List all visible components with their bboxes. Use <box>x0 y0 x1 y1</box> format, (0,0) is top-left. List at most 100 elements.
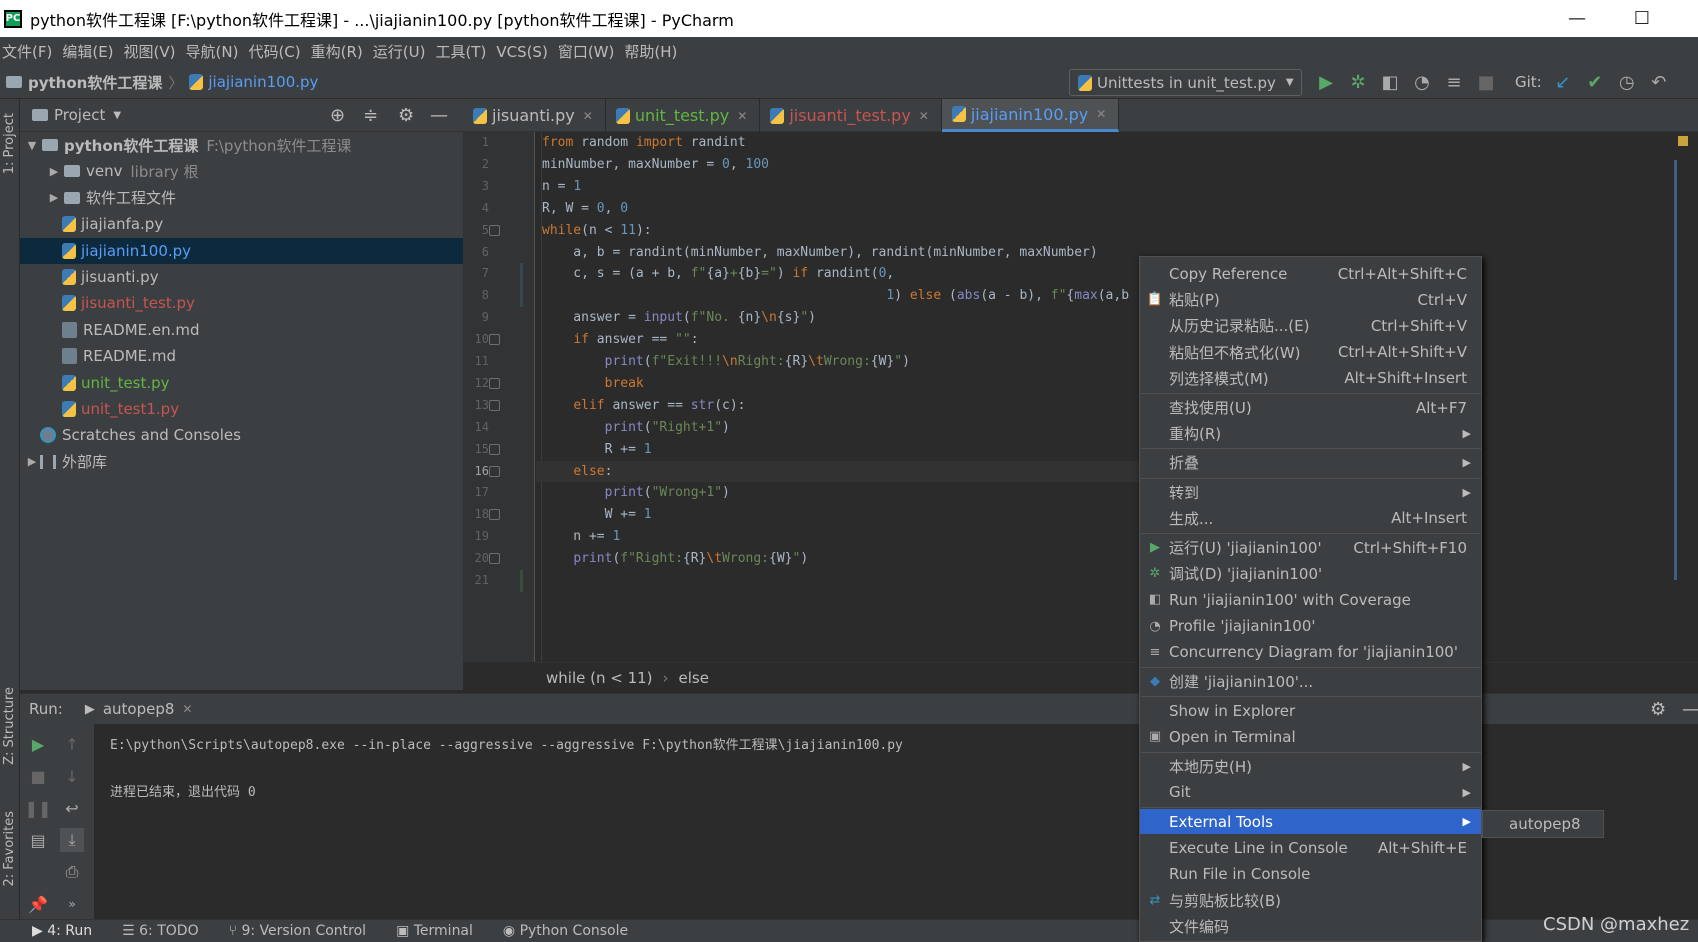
menu-window[interactable]: 窗口(W) <box>556 41 623 62</box>
debug-icon[interactable]: ✲ <box>1347 71 1369 93</box>
context-menu-item[interactable]: ◆ 创建 'jiajianin100'... <box>1140 669 1481 694</box>
breadcrumb-while[interactable]: while (n < 11) <box>546 669 653 687</box>
menu-tools[interactable]: 工具(T) <box>433 41 494 62</box>
pin-icon[interactable]: 📌 <box>26 892 50 916</box>
inspection-status-icon[interactable] <box>1678 136 1688 146</box>
stop-icon[interactable]: ■ <box>26 764 50 788</box>
fold-marker-icon[interactable] <box>489 553 500 565</box>
tree-item[interactable]: README.en.md <box>20 317 463 343</box>
tree-item[interactable]: jisuanti_test.py <box>20 290 463 316</box>
bottom-tool-9-version-control[interactable]: ⑂ 9: Version Control <box>229 923 366 939</box>
coverage-icon[interactable]: ◧ <box>1379 71 1401 93</box>
context-menu-item[interactable]: Execute Line in Console Alt+Shift+E <box>1140 835 1481 860</box>
editor-scrollbar[interactable] <box>1674 132 1698 662</box>
context-menu-item[interactable]: 文件编码 <box>1140 914 1481 939</box>
context-menu-item[interactable]: 转到 ▶ <box>1140 480 1481 505</box>
close-icon[interactable]: ✕ <box>1096 107 1106 121</box>
menu-navigate[interactable]: 导航(N) <box>184 41 247 62</box>
breadcrumb-else[interactable]: else <box>679 669 709 687</box>
breadcrumb-project[interactable]: python软件工程课 <box>28 72 162 93</box>
project-panel-title[interactable]: Project <box>54 106 105 124</box>
context-menu-item[interactable]: 本地历史(H) ▶ <box>1140 754 1481 779</box>
more-icon[interactable]: » <box>60 892 84 916</box>
tree-item[interactable]: Scratches and Consoles <box>20 422 463 448</box>
code-line[interactable]: if answer == "": <box>542 329 698 351</box>
code-line[interactable]: from random import randint <box>542 132 746 154</box>
code-line[interactable]: R += 1 <box>542 439 652 461</box>
collapse-all-icon[interactable]: ≑ <box>363 105 378 126</box>
fold-marker-icon[interactable] <box>489 399 500 411</box>
history-icon[interactable]: ◷ <box>1616 71 1638 93</box>
code-line[interactable]: n = 1 <box>542 176 581 198</box>
context-menu-item[interactable]: ≡ Concurrency Diagram for 'jiajianin100' <box>1140 640 1481 665</box>
print-icon[interactable]: ⎙ <box>60 860 84 884</box>
git-commit-icon[interactable]: ✔ <box>1584 71 1606 93</box>
code-line[interactable]: elif answer == str(c): <box>542 395 745 417</box>
tree-item[interactable]: ▶ 软件工程文件 <box>20 185 463 211</box>
context-menu-item[interactable]: ▶ 运行(U) 'jiajianin100' Ctrl+Shift+F10 <box>1140 535 1481 560</box>
tree-item[interactable]: jiajianfa.py <box>20 211 463 237</box>
fold-marker-icon[interactable] <box>489 443 500 455</box>
code-line[interactable]: minNumber, maxNumber = 0, 100 <box>542 154 769 176</box>
run-tab-autopep8[interactable]: autopep8 <box>103 700 175 718</box>
context-menu-item[interactable]: ✲ 调试(D) 'jiajianin100' <box>1140 561 1481 586</box>
breadcrumb-file[interactable]: jiajianin100.py <box>208 73 318 91</box>
code-line[interactable]: break <box>542 373 644 395</box>
context-menu-item[interactable]: ◔ Profile 'jiajianin100' <box>1140 614 1481 639</box>
hide-icon[interactable]: — <box>430 105 448 126</box>
locate-icon[interactable]: ⊕ <box>330 105 345 126</box>
profile-icon[interactable]: ◔ <box>1411 71 1433 93</box>
tree-item[interactable]: jisuanti.py <box>20 264 463 290</box>
bottom-tool-python-console[interactable]: ◉ Python Console <box>503 923 628 939</box>
favorites-tool-button[interactable]: 2: Favorites <box>2 811 17 887</box>
bottom-tool-6-todo[interactable]: ☰ 6: TODO <box>122 923 198 939</box>
tree-item[interactable]: unit_test1.py <box>20 396 463 422</box>
context-menu-item[interactable]: ▣ Open in Terminal <box>1140 724 1481 749</box>
fold-marker-icon[interactable] <box>489 509 500 521</box>
code-line[interactable]: print("Wrong+1") <box>542 482 730 504</box>
gear-icon[interactable]: ⚙ <box>1650 699 1666 720</box>
code-line[interactable]: print("Right+1") <box>542 417 730 439</box>
editor-tab[interactable]: jisuanti.py ✕ <box>463 99 606 132</box>
context-menu-item[interactable]: External Tools ▶ <box>1140 809 1481 834</box>
menu-file[interactable]: 文件(F) <box>0 41 60 62</box>
gear-icon[interactable]: ⚙ <box>398 105 414 126</box>
soft-wrap-icon[interactable]: ↩ <box>60 796 84 820</box>
menu-view[interactable]: 视图(V) <box>122 41 184 62</box>
tree-item[interactable]: unit_test.py <box>20 370 463 396</box>
fold-marker-icon[interactable] <box>489 224 500 236</box>
fold-marker-icon[interactable] <box>489 334 500 346</box>
context-menu-item[interactable]: 生成... Alt+Insert <box>1140 506 1481 531</box>
scroll-to-end-icon[interactable]: ⤓ <box>60 828 84 852</box>
layout-icon[interactable]: ▤ <box>26 828 50 852</box>
menu-code[interactable]: 代码(C) <box>246 41 308 62</box>
git-update-icon[interactable]: ↙ <box>1552 71 1574 93</box>
menu-run[interactable]: 运行(U) <box>371 41 434 62</box>
code-line[interactable]: a, b = randint(minNumber, maxNumber), ra… <box>542 242 1097 264</box>
fold-marker-icon[interactable] <box>489 377 500 389</box>
context-menu-item[interactable]: 查找使用(U) Alt+F7 <box>1140 395 1481 420</box>
tree-item[interactable]: ▶ venv library 根 <box>20 158 463 184</box>
context-menu-item[interactable]: 从历史记录粘贴...(E) Ctrl+Shift+V <box>1140 313 1481 338</box>
code-line[interactable]: print(f"Right:{R}\tWrong:{W}") <box>542 548 808 570</box>
code-line[interactable]: 1) else (abs(a - b), f"{max(a,b <box>542 285 1129 307</box>
expand-arrow-icon[interactable]: ▼ <box>24 139 40 152</box>
up-arrow-icon[interactable]: ↑ <box>60 732 84 756</box>
editor-tab[interactable]: unit_test.py ✕ <box>606 99 761 132</box>
tree-item[interactable]: ▼ python软件工程课 F:\python软件工程课 <box>20 132 463 158</box>
context-menu-item[interactable]: 粘贴但不格式化(W) Ctrl+Alt+Shift+V <box>1140 340 1481 365</box>
tree-item[interactable]: README.md <box>20 343 463 369</box>
maximize-button[interactable]: ☐ <box>1612 0 1672 37</box>
bottom-tool-terminal[interactable]: ▣ Terminal <box>396 923 473 939</box>
tree-item[interactable]: jiajianin100.py <box>20 237 463 264</box>
context-menu-item[interactable]: Git ▶ <box>1140 780 1481 805</box>
fold-marker-icon[interactable] <box>489 465 500 477</box>
editor-tab[interactable]: jisuanti_test.py ✕ <box>760 99 942 132</box>
chevron-down-icon[interactable]: ▼ <box>113 110 121 121</box>
close-icon[interactable]: ✕ <box>919 109 929 123</box>
concurrency-icon[interactable]: ≡ <box>1443 71 1465 93</box>
menu-edit[interactable]: 编辑(E) <box>60 41 121 62</box>
code-line[interactable]: R, W = 0, 0 <box>542 198 628 220</box>
rerun-icon[interactable]: ▶ <box>26 732 50 756</box>
stop-icon[interactable]: ■ <box>1475 71 1497 93</box>
